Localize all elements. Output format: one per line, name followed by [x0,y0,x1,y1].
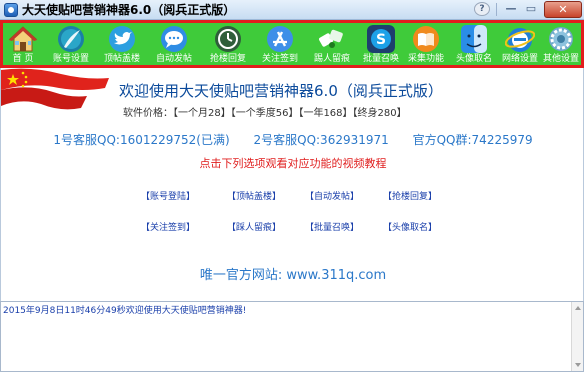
titlebar-divider [496,3,497,16]
toolbar-kick-trace-button[interactable]: 踢人留痕 [309,23,355,65]
app-window: 大天使贴吧营销神器6.0（阅兵正式版） ? — ▭ ✕ 首 页 账号设置 顶帖盖… [0,0,584,372]
home-icon [8,26,38,52]
toolbar-label: 抢楼回复 [209,54,246,64]
toolbar-network-settings-button[interactable]: 网络设置 [499,23,541,65]
fan-icon [319,29,343,48]
tutorial-link-batch-summon[interactable]: 【批量召唤】 [305,220,359,233]
minimize-button[interactable]: — [502,1,520,17]
book-icon [413,26,439,52]
clock-icon [215,26,241,52]
tutorial-link-account-login[interactable]: 【账号登陆】 [141,189,195,202]
toolbar-label: 首 页 [12,54,34,64]
price-list: 软件价格：【一个月28】【一个季度56】【一年168】【终身280】 [123,108,407,119]
tutorial-tip: 点击下列选项观看对应功能的视频教程 [199,157,387,170]
window-title: 大天使贴吧营销神器6.0（阅兵正式版） [22,3,236,17]
toolbar-batch-summon-button[interactable]: S 批量召唤 [359,23,403,65]
welcome-heading: 欢迎使用大天使贴吧营销神器6.0（阅兵正式版） [119,82,443,100]
maximize-button[interactable]: ▭ [522,1,540,17]
tutorial-link-follow-signin[interactable]: 【关注签到】 [141,220,195,233]
twitter-bird-icon [109,26,135,52]
china-flag-icon [1,68,109,110]
official-website[interactable]: 唯一官方网站: www.311q.com [1,264,584,283]
toolbar-other-settings-button[interactable]: 其他设置 [541,23,581,65]
support-qq-2: 2号客服QQ:362931971 [253,133,389,147]
chat-bubble-icon [161,26,187,52]
toolbar-follow-signin-button[interactable]: 关注签到 [257,23,303,65]
app-store-icon [267,26,293,52]
skype-icon: S [367,25,395,53]
toolbar-bump-post-button[interactable]: 顶帖盖楼 [99,23,145,65]
tutorial-link-grab-reply[interactable]: 【抢楼回复】 [383,189,437,202]
globe-feather-icon [58,26,84,52]
help-button[interactable]: ? [474,2,490,16]
finder-face-icon [461,25,487,53]
official-qq-group: 官方QQ群:74225979 [412,133,533,147]
title-bar[interactable]: 大天使贴吧营销神器6.0（阅兵正式版） ? — ▭ ✕ [0,0,584,20]
internet-explorer-icon [505,28,535,52]
tutorial-link-bump-post[interactable]: 【顶帖盖楼】 [227,189,281,202]
gear-icon [549,27,573,51]
toolbar-grab-reply-button[interactable]: 抢楼回复 [205,23,251,65]
tutorial-link-avatar-name[interactable]: 【头像取名】 [383,220,437,233]
toolbar-label: 账号设置 [52,54,89,64]
toolbar-label: 顶帖盖楼 [103,54,140,64]
toolbar-label: 关注签到 [261,54,298,64]
log-entry: 2015年9月8日11时46分49秒欢迎使用大天使贴吧营销神器! [3,306,247,316]
toolbar-label: 头像取名 [455,54,492,64]
toolbar-label: 踢人留痕 [313,54,350,64]
tutorial-link-auto-post[interactable]: 【自动发帖】 [305,189,359,202]
toolbar-label: 其他设置 [542,54,579,64]
log-textarea[interactable]: 2015年9月8日11时46分49秒欢迎使用大天使贴吧营销神器! [0,301,584,372]
log-scrollbar[interactable] [571,302,583,371]
toolbar-label: 批量召唤 [362,54,399,64]
toolbar-auto-post-button[interactable]: 自动发帖 [151,23,197,65]
toolbar-collect-button[interactable]: 采集功能 [403,23,449,65]
support-qq-1: 1号客服QQ:1601229752(已满) [53,133,230,147]
contact-row: 1号客服QQ:1601229752(已满) 2号客服QQ:362931971 官… [1,131,584,148]
main-toolbar: 首 页 账号设置 顶帖盖楼 自动发帖 抢楼回复 关注签到 踢人留痕 S 批量召唤… [0,20,584,68]
toolbar-account-settings-button[interactable]: 账号设置 [47,23,95,65]
toolbar-avatar-name-button[interactable]: 头像取名 [451,23,497,65]
toolbar-home-button[interactable]: 首 页 [3,23,43,65]
toolbar-label: 自动发帖 [155,54,192,64]
toolbar-label: 采集功能 [407,54,444,64]
close-button[interactable]: ✕ [544,1,582,18]
svg-text:S: S [376,32,386,48]
home-panel: 欢迎使用大天使贴吧营销神器6.0（阅兵正式版） 软件价格：【一个月28】【一个季… [0,68,584,301]
app-logo-icon [4,3,18,17]
toolbar-label: 网络设置 [501,54,538,64]
tutorial-link-step-trace[interactable]: 【踩人留痕】 [227,220,281,233]
